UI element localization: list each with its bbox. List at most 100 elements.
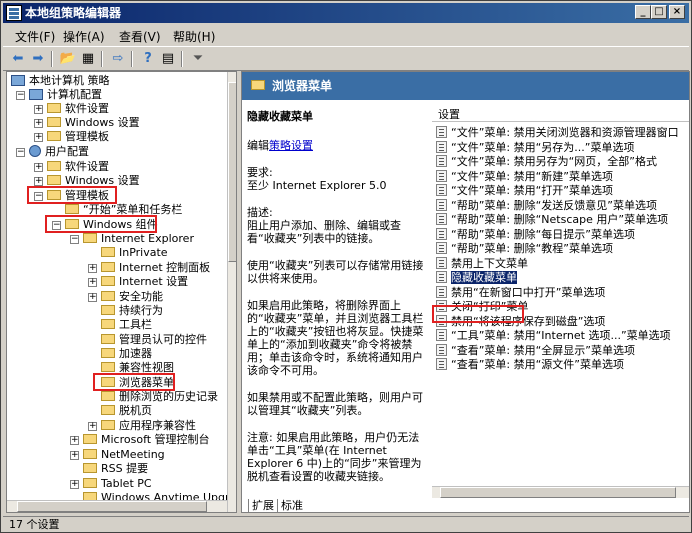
setting-row[interactable]: “帮助”菜单: 删除“教程”菜单选项 bbox=[436, 242, 613, 256]
folder-icon bbox=[101, 305, 115, 315]
menu-file[interactable]: 文件(F) bbox=[15, 28, 55, 45]
tree-pane[interactable]: 本地计算机 策略 − 计算机配置 + 软件设置 + Windows 设置 + 管… bbox=[6, 71, 237, 513]
tab-standard[interactable]: 标准 bbox=[278, 499, 306, 513]
menu-view[interactable]: 查看(V) bbox=[119, 28, 161, 45]
minimize-button[interactable]: _ bbox=[635, 5, 651, 19]
forward-icon[interactable]: ➡ bbox=[29, 50, 47, 68]
up-folder-icon[interactable]: 📂 bbox=[59, 50, 77, 68]
setting-row[interactable]: 隐藏收藏菜单 bbox=[436, 271, 517, 285]
details-pane: 浏览器菜单 隐藏收藏菜单 编辑策略设置 要求: 至少 Internet Expl… bbox=[241, 71, 690, 513]
setting-row[interactable]: “文件”菜单: 禁用“新建”菜单选项 bbox=[436, 169, 613, 184]
expand-icon[interactable]: + bbox=[70, 451, 79, 460]
menu-help[interactable]: 帮助(H) bbox=[173, 28, 215, 45]
tree-item[interactable]: Tablet PC bbox=[83, 477, 152, 491]
expand-icon[interactable]: + bbox=[34, 163, 43, 172]
tree-vertical-scrollbar[interactable] bbox=[227, 72, 236, 512]
tree-item[interactable]: 删除浏览的历史记录 bbox=[101, 390, 218, 404]
collapse-icon[interactable]: − bbox=[70, 235, 79, 244]
expand-icon[interactable]: + bbox=[88, 264, 97, 273]
folder-icon bbox=[101, 391, 115, 401]
requirement-text: 要求: 至少 Internet Explorer 5.0 bbox=[247, 166, 387, 192]
edit-policy-link[interactable]: 策略设置 bbox=[269, 139, 313, 152]
filter-icon[interactable]: ⏷ bbox=[189, 50, 207, 68]
expand-icon[interactable]: + bbox=[34, 119, 43, 128]
view-tabs: 扩展 标准 bbox=[242, 499, 689, 513]
folder-icon bbox=[83, 478, 97, 488]
collapse-icon[interactable]: − bbox=[16, 91, 25, 100]
folder-icon bbox=[101, 362, 115, 372]
setting-row[interactable]: 禁用上下文菜单 bbox=[436, 256, 528, 271]
back-icon[interactable]: ⬅ bbox=[9, 50, 27, 68]
setting-label: 禁用上下文菜单 bbox=[451, 256, 528, 270]
expand-icon[interactable]: + bbox=[88, 278, 97, 287]
setting-row[interactable]: “文件”菜单: 禁用另存为“网页，全部”格式 bbox=[436, 155, 657, 169]
settings-column-header[interactable]: 设置 bbox=[432, 108, 689, 122]
tree-item[interactable]: 安全功能 bbox=[101, 290, 163, 304]
close-button[interactable]: × bbox=[669, 5, 685, 19]
tree-item[interactable]: InPrivate bbox=[101, 246, 168, 260]
policy-setting-icon bbox=[436, 198, 447, 211]
setting-row[interactable]: “查看”菜单: 禁用“源文件”菜单选项 bbox=[436, 358, 624, 372]
setting-label: “查看”菜单: 禁用“源文件”菜单选项 bbox=[451, 358, 624, 371]
policy-setting-icon bbox=[436, 169, 447, 182]
tree-item[interactable]: 持续行为 bbox=[101, 304, 163, 318]
gpedit-window: 本地组策略编辑器 _ □ × 文件(F) 操作(A) 查看(V) 帮助(H) ⬅… bbox=[0, 0, 692, 533]
folder-icon bbox=[101, 420, 115, 430]
setting-row[interactable]: “文件”菜单: 禁用“打开”菜单选项 bbox=[436, 184, 613, 198]
expand-icon[interactable]: + bbox=[34, 133, 43, 142]
folder-icon bbox=[101, 291, 115, 301]
tree-item[interactable]: 脱机页 bbox=[101, 404, 152, 418]
setting-row[interactable]: “工具”菜单: 禁用“Internet 选项...”菜单选项 bbox=[436, 329, 671, 343]
properties-icon[interactable]: ▤ bbox=[159, 50, 177, 68]
tree-item[interactable]: 管理模板 bbox=[47, 130, 109, 144]
maximize-button[interactable]: □ bbox=[651, 5, 667, 19]
tree-item[interactable]: Internet 设置 bbox=[101, 275, 188, 289]
scroll-thumb[interactable] bbox=[17, 501, 207, 512]
tree-item[interactable]: 软件设置 bbox=[47, 160, 109, 174]
export-icon[interactable]: ⇨ bbox=[109, 50, 127, 68]
setting-row[interactable]: “帮助”菜单: 删除“Netscape 用户”菜单选项 bbox=[436, 213, 668, 227]
tree-item[interactable]: 管理员认可的控件 bbox=[101, 333, 207, 347]
tree-item[interactable]: RSS 提要 bbox=[83, 462, 148, 476]
tree-item[interactable]: Windows 设置 bbox=[47, 116, 140, 130]
policy-setting-icon bbox=[436, 329, 447, 341]
tree-root[interactable]: 本地计算机 策略 bbox=[11, 74, 110, 88]
expand-icon[interactable]: + bbox=[34, 177, 43, 186]
menu-action[interactable]: 操作(A) bbox=[63, 28, 105, 45]
tree-item[interactable]: NetMeeting bbox=[83, 448, 165, 462]
expand-icon[interactable]: + bbox=[70, 480, 79, 489]
folder-icon bbox=[83, 434, 97, 444]
tab-extended[interactable]: 扩展 bbox=[248, 499, 278, 513]
tree-item[interactable]: 工具栏 bbox=[101, 318, 152, 332]
setting-row[interactable]: “文件”菜单: 禁用“另存为...”菜单选项 bbox=[436, 140, 635, 155]
tree-item[interactable]: 软件设置 bbox=[47, 102, 109, 116]
setting-row[interactable]: 禁用“在新窗口中打开”菜单选项 bbox=[436, 285, 605, 300]
collapse-icon[interactable]: − bbox=[16, 148, 25, 157]
expand-icon[interactable]: + bbox=[88, 422, 97, 431]
settings-horizontal-scrollbar[interactable] bbox=[432, 486, 689, 498]
tree-item[interactable]: Internet 控制面板 bbox=[101, 261, 210, 275]
tree-horizontal-scrollbar[interactable] bbox=[7, 500, 227, 512]
setting-row[interactable]: “帮助”菜单: 删除“发送反馈意见”菜单选项 bbox=[436, 198, 657, 213]
setting-label: “文件”菜单: 禁用“打开”菜单选项 bbox=[451, 184, 613, 197]
setting-row[interactable]: “文件”菜单: 禁用关闭浏览器和资源管理器窗口 bbox=[436, 126, 679, 140]
tree-item[interactable]: 应用程序兼容性 bbox=[101, 419, 196, 433]
setting-label: “帮助”菜单: 删除“Netscape 用户”菜单选项 bbox=[451, 213, 669, 226]
tree-item[interactable]: Microsoft 管理控制台 bbox=[83, 433, 210, 447]
expand-icon[interactable]: + bbox=[88, 293, 97, 302]
scroll-thumb[interactable] bbox=[440, 487, 676, 498]
show-hide-tree-icon[interactable]: ▦ bbox=[79, 50, 97, 68]
expand-icon[interactable]: + bbox=[70, 436, 79, 445]
tree-user-config[interactable]: 用户配置 bbox=[29, 145, 89, 159]
expand-icon[interactable]: + bbox=[34, 105, 43, 114]
status-bar: 17 个设置 bbox=[3, 516, 689, 532]
scroll-thumb[interactable] bbox=[228, 82, 236, 262]
tree-item[interactable]: 加速器 bbox=[101, 347, 152, 361]
tree-computer-config[interactable]: 计算机配置 bbox=[29, 88, 102, 102]
setting-label: “工具”菜单: 禁用“Internet 选项...”菜单选项 bbox=[451, 329, 671, 342]
setting-row[interactable]: “帮助”菜单: 删除“每日提示”菜单选项 bbox=[436, 227, 635, 242]
setting-row[interactable]: “查看”菜单: 禁用“全屏显示”菜单选项 bbox=[436, 343, 635, 358]
window-title: 本地组策略编辑器 bbox=[25, 6, 122, 20]
help-icon[interactable]: ? bbox=[139, 50, 157, 68]
tree-ie[interactable]: Internet Explorer bbox=[83, 232, 194, 246]
